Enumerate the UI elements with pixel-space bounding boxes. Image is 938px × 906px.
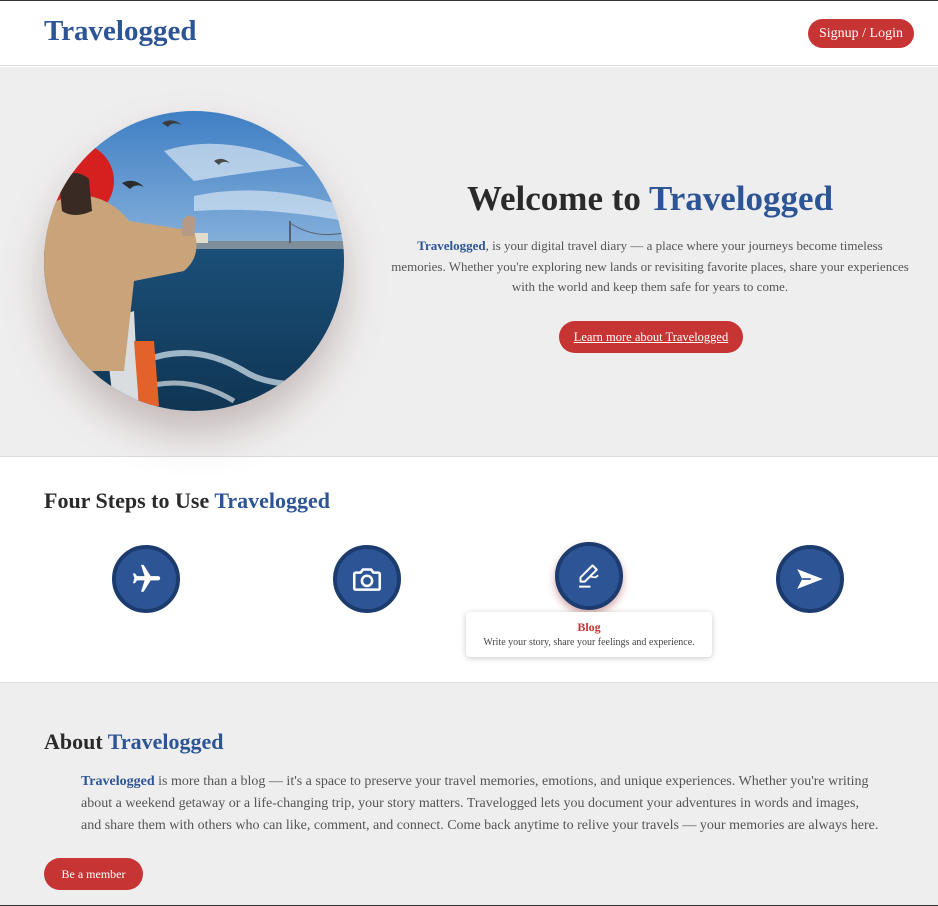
hero-photo — [44, 111, 344, 411]
hero-description: Travelogged, is your digital travel diar… — [390, 236, 910, 298]
steps-title-prefix: Four Steps to Use — [44, 488, 215, 513]
tooltip-title: Blog — [577, 620, 601, 634]
step-photo-button[interactable] — [333, 545, 401, 613]
about-title-brand: Travelogged — [107, 729, 224, 754]
send-icon — [797, 569, 823, 589]
hero-section: Welcome to Travelogged Travelogged, is y… — [0, 67, 938, 457]
hero-title: Welcome to Travelogged — [390, 179, 910, 219]
site-header: Travelogged Signup / Login — [0, 1, 938, 66]
ferry-seagulls-photo — [44, 111, 344, 411]
about-title: About Travelogged — [44, 729, 223, 755]
step-tooltip: Blog Write your story, share your feelin… — [466, 612, 712, 657]
step-share-button[interactable] — [776, 545, 844, 613]
steps-title: Four Steps to Use Travelogged — [44, 488, 330, 514]
about-title-prefix: About — [44, 729, 108, 754]
hero-title-brand: Travelogged — [649, 179, 834, 218]
about-text: Travelogged is more than a blog — it's a… — [81, 771, 881, 837]
learn-more-button[interactable]: Learn more about Travelogged — [559, 321, 743, 353]
hero-title-prefix: Welcome to — [466, 179, 650, 218]
airplane-icon — [132, 564, 161, 592]
steps-title-brand: Travelogged — [214, 488, 330, 513]
step-travel-button[interactable] — [112, 545, 180, 613]
camera-icon — [352, 568, 382, 591]
signup-login-button[interactable]: Signup / Login — [808, 19, 914, 48]
site-logo[interactable]: Travelogged — [44, 15, 197, 48]
tooltip-text: Write your story, share your feelings an… — [483, 637, 695, 648]
about-section: About Travelogged Travelogged is more th… — [0, 682, 938, 905]
step-blog-button[interactable] — [555, 542, 623, 610]
about-text-body: is more than a blog — it's a space to pr… — [81, 774, 879, 833]
be-a-member-button[interactable]: Be a member — [44, 858, 143, 890]
hero-desc-brand: Travelogged — [417, 238, 486, 253]
about-text-brand: Travelogged — [81, 774, 155, 789]
pen-writing-icon — [579, 564, 599, 588]
